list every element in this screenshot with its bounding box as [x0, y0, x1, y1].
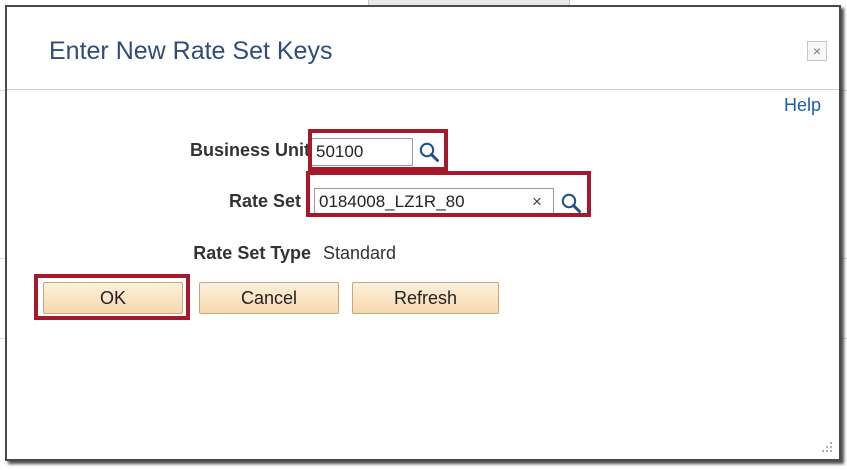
magnifier-icon: [419, 142, 439, 162]
close-button[interactable]: ×: [807, 41, 827, 61]
cancel-button[interactable]: Cancel: [199, 282, 339, 314]
rate-set-type-label: Rate Set Type: [193, 243, 311, 263]
magnifier-icon: [561, 193, 581, 213]
close-icon: ×: [812, 43, 822, 59]
rate-set-label: Rate Set: [228, 191, 301, 211]
rate-set-keys-dialog: Enter New Rate Set Keys × Help Business …: [5, 5, 841, 461]
rate-set-type-value: Standard: [323, 243, 397, 263]
rate-set-lookup-button[interactable]: [558, 190, 584, 216]
refresh-button[interactable]: Refresh: [352, 282, 499, 314]
resize-grip-icon[interactable]: [819, 439, 833, 453]
business-unit-lookup-button[interactable]: [416, 139, 442, 165]
business-unit-label: Business Unit: [189, 140, 310, 160]
help-link[interactable]: Help: [784, 95, 821, 116]
rate-set-clear-button[interactable]: ×: [532, 189, 542, 215]
rate-set-input[interactable]: [314, 188, 554, 216]
business-unit-input[interactable]: [311, 138, 413, 166]
ok-button[interactable]: OK: [43, 282, 183, 314]
dialog-header: Enter New Rate Set Keys ×: [7, 7, 839, 90]
dialog-title: Enter New Rate Set Keys: [49, 37, 333, 65]
